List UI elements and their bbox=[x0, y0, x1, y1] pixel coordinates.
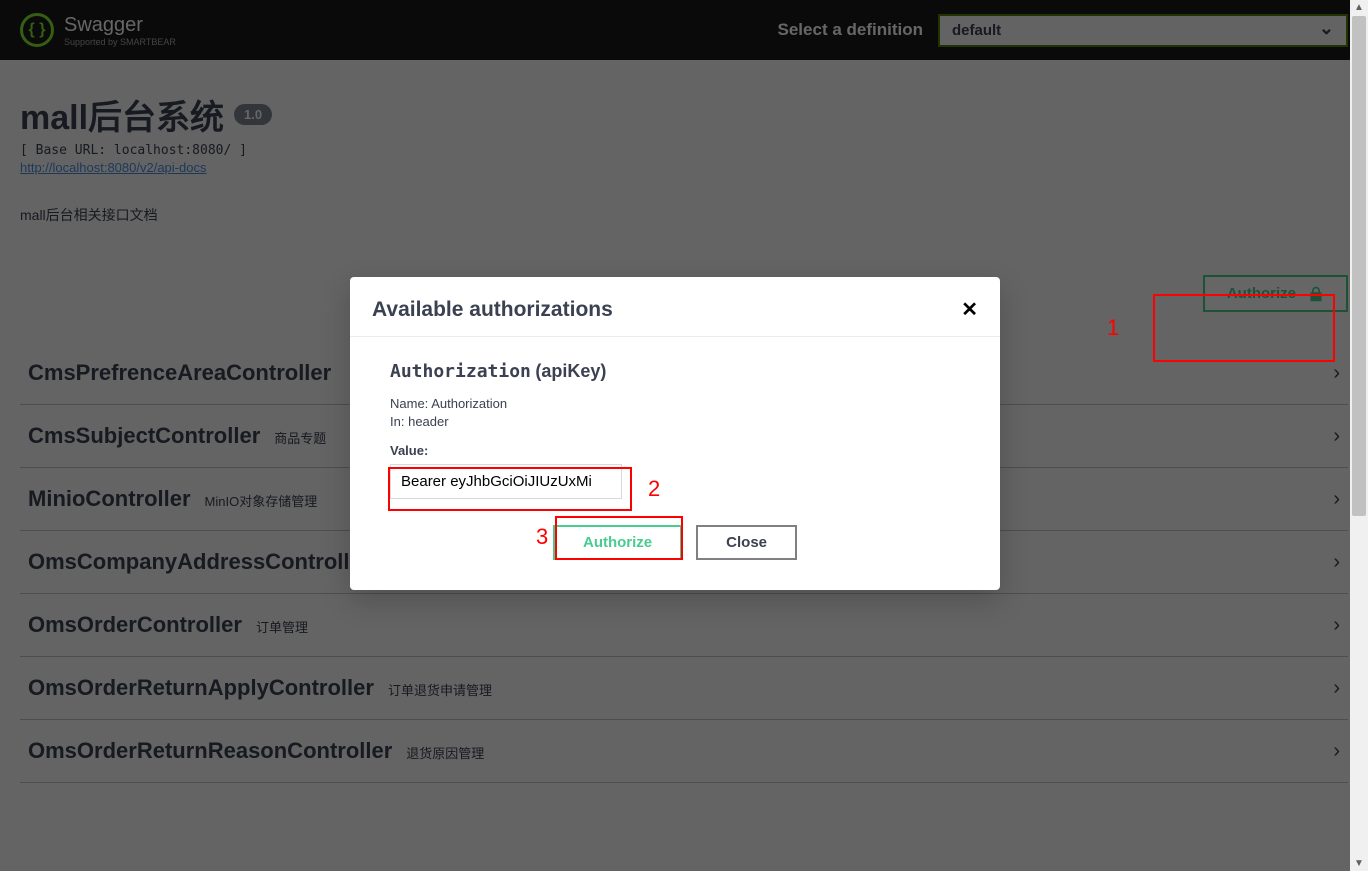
swagger-logo-icon: { } bbox=[20, 13, 54, 47]
modal-authorize-button[interactable]: Authorize bbox=[553, 525, 682, 560]
tag-section[interactable]: OmsOrderReturnApplyController 订单退货申请管理 › bbox=[20, 657, 1348, 720]
lock-icon bbox=[1308, 286, 1324, 302]
api-docs-link[interactable]: http://localhost:8080/v2/api-docs bbox=[20, 160, 1348, 175]
auth-meta: Name: Authorization In: header bbox=[390, 396, 960, 429]
brand-subtext: Supported by SMARTBEAR bbox=[64, 37, 176, 47]
annotation-label-2: 2 bbox=[648, 476, 660, 502]
api-description: mall后台相关接口文档 bbox=[20, 205, 1348, 225]
definition-select[interactable]: default bbox=[938, 14, 1348, 47]
tag-name: OmsCompanyAddressController bbox=[28, 549, 370, 575]
value-label: Value: bbox=[390, 443, 960, 458]
annotation-label-1: 1 bbox=[1107, 315, 1119, 341]
chevron-right-icon: › bbox=[1333, 740, 1340, 763]
tag-description: 订单退货申请管理 bbox=[388, 680, 492, 699]
definition-selector-area: Select a definition default bbox=[778, 14, 1348, 47]
authorize-modal: Available authorizations ✕ Authorization… bbox=[350, 277, 1000, 590]
topbar: { } Swagger Supported by SMARTBEAR Selec… bbox=[0, 0, 1368, 60]
auth-in-label: In: bbox=[390, 414, 404, 429]
tag-name: CmsSubjectController bbox=[28, 423, 260, 449]
tag-section[interactable]: OmsOrderController 订单管理 › bbox=[20, 594, 1348, 657]
chevron-right-icon: › bbox=[1333, 488, 1340, 511]
tag-name: CmsPrefrenceAreaController bbox=[28, 360, 331, 386]
brand-text: Swagger bbox=[64, 14, 143, 36]
chevron-right-icon: › bbox=[1333, 677, 1340, 700]
scrollbar-thumb[interactable] bbox=[1352, 16, 1366, 516]
auth-scheme-name: Authorization bbox=[390, 361, 531, 382]
scroll-up-icon[interactable]: ▲ bbox=[1354, 2, 1364, 13]
definition-selected-value: default bbox=[952, 22, 1001, 39]
value-input[interactable] bbox=[390, 464, 622, 499]
tag-name: OmsOrderReturnApplyController bbox=[28, 675, 374, 701]
modal-header: Available authorizations ✕ bbox=[350, 277, 1000, 337]
auth-name-label: Name: bbox=[390, 396, 428, 411]
api-title: mall后台系统 bbox=[20, 90, 224, 139]
tag-description: MinIO对象存储管理 bbox=[205, 491, 318, 510]
chevron-right-icon: › bbox=[1333, 614, 1340, 637]
authorize-button[interactable]: Authorize bbox=[1203, 275, 1348, 312]
modal-actions: Authorize Close bbox=[390, 525, 960, 560]
modal-title: Available authorizations bbox=[372, 298, 613, 322]
modal-body: Authorization (apiKey) Name: Authorizati… bbox=[350, 337, 1000, 590]
authorize-button-label: Authorize bbox=[1227, 285, 1296, 302]
tag-name: OmsOrderReturnReasonController bbox=[28, 738, 392, 764]
base-url: [ Base URL: localhost:8080/ ] bbox=[20, 143, 1348, 158]
vertical-scrollbar[interactable]: ▲ ▼ bbox=[1350, 0, 1368, 871]
tag-description: 商品专题 bbox=[274, 428, 326, 447]
tag-description: 退货原因管理 bbox=[406, 743, 484, 762]
chevron-right-icon: › bbox=[1333, 362, 1340, 385]
definition-label: Select a definition bbox=[778, 20, 923, 40]
annotation-label-3: 3 bbox=[536, 524, 548, 550]
auth-name-value: Authorization bbox=[431, 396, 507, 411]
version-badge: 1.0 bbox=[234, 104, 272, 125]
chevron-right-icon: › bbox=[1333, 551, 1340, 574]
tag-name: OmsOrderController bbox=[28, 612, 242, 638]
tag-description: 订单管理 bbox=[256, 617, 308, 636]
chevron-right-icon: › bbox=[1333, 425, 1340, 448]
scroll-down-icon[interactable]: ▼ bbox=[1354, 858, 1364, 869]
modal-close-button[interactable]: Close bbox=[696, 525, 797, 560]
logo[interactable]: { } Swagger Supported by SMARTBEAR bbox=[20, 13, 176, 47]
auth-scheme-type: (apiKey) bbox=[535, 361, 606, 381]
api-title-row: mall后台系统 1.0 bbox=[20, 90, 1348, 139]
tag-section[interactable]: OmsOrderReturnReasonController 退货原因管理 › bbox=[20, 720, 1348, 783]
auth-in-value: header bbox=[408, 414, 448, 429]
close-icon[interactable]: ✕ bbox=[961, 297, 978, 322]
tag-name: MinioController bbox=[28, 486, 191, 512]
